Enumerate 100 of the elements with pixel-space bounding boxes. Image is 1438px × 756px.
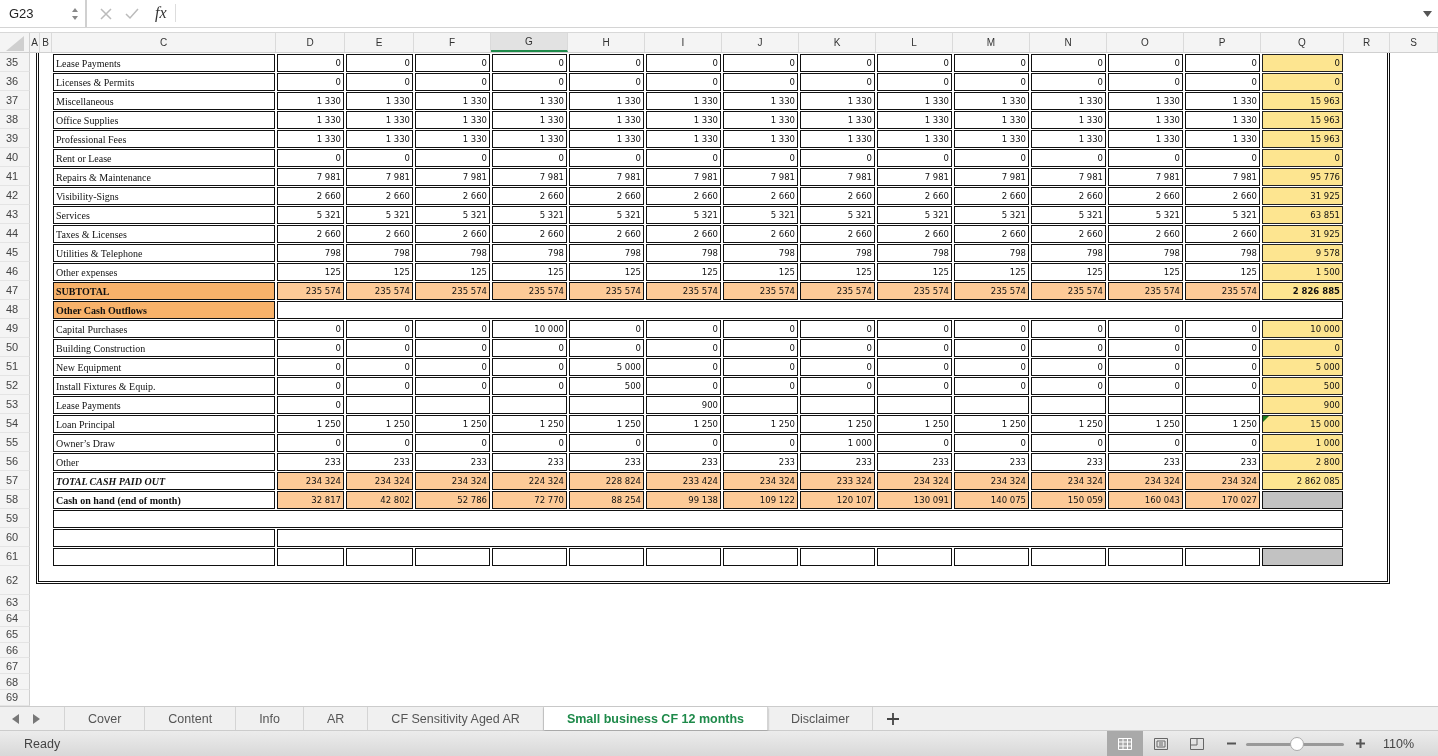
add-sheet-icon[interactable] (887, 712, 900, 725)
zoom-in-icon[interactable] (1355, 739, 1365, 748)
sheet-tab[interactable]: Small business CF 12 months (543, 707, 769, 730)
row-number[interactable]: 44 (0, 224, 30, 243)
sheet-tab[interactable]: Info (236, 707, 304, 730)
table-cell: 125 (877, 263, 952, 281)
table-cell: 2 660 (954, 187, 1029, 205)
table-cell: Lease Payments (53, 396, 275, 414)
table-cell: 0 (415, 73, 490, 91)
table-cell: 2 660 (415, 187, 490, 205)
sheet-tab[interactable]: Content (145, 707, 237, 730)
checkmark-icon[interactable] (125, 6, 139, 21)
table-cell: Lease Payments (53, 54, 275, 72)
row-number[interactable]: 42 (0, 186, 30, 205)
table-cell: 1 330 (1108, 111, 1183, 129)
row-number[interactable]: 68 (0, 674, 30, 691)
row-number[interactable]: 47 (0, 281, 30, 300)
table-cell: 1 330 (1185, 130, 1260, 148)
zoom-level[interactable]: 110% (1382, 736, 1414, 751)
table-cell: 5 000 (1262, 358, 1343, 376)
column-header[interactable]: O (1107, 33, 1184, 52)
column-header[interactable]: P (1184, 33, 1261, 52)
table-cell: 0 (1108, 339, 1183, 357)
row-number[interactable]: 40 (0, 148, 30, 167)
table-cell: 1 330 (492, 130, 567, 148)
row-number[interactable]: 60 (0, 528, 30, 547)
table-cell: 0 (1262, 73, 1343, 91)
table-cell: 1 250 (646, 415, 721, 433)
column-header[interactable]: I (645, 33, 722, 52)
zoom-out-icon[interactable] (1226, 742, 1236, 745)
next-sheet-icon[interactable] (32, 713, 40, 724)
column-header[interactable]: M (953, 33, 1030, 52)
row-number[interactable]: 50 (0, 338, 30, 357)
table-cell: 234 324 (1031, 472, 1106, 490)
column-header[interactable]: R (1344, 33, 1390, 52)
column-header[interactable]: B (40, 33, 52, 52)
row-number[interactable]: 57 (0, 471, 30, 490)
table-cell: 0 (800, 73, 875, 91)
column-header[interactable]: G (491, 33, 568, 52)
function-label[interactable]: fx (155, 3, 176, 22)
table-cell: 0 (1108, 377, 1183, 395)
row-number[interactable]: 36 (0, 72, 30, 91)
sheet-tab[interactable]: Disclaimer (768, 707, 874, 730)
row-number[interactable]: 54 (0, 414, 30, 433)
row-number[interactable]: 67 (0, 658, 30, 675)
row-number[interactable]: 52 (0, 376, 30, 395)
table-cell: 798 (954, 244, 1029, 262)
row-number[interactable]: 53 (0, 395, 30, 414)
table-cell: 7 981 (877, 168, 952, 186)
row-number[interactable]: 69 (0, 690, 30, 706)
table-cell: 2 660 (1031, 187, 1106, 205)
row-number[interactable]: 51 (0, 357, 30, 376)
table-cell: 1 330 (723, 92, 798, 110)
table-cell: 1 250 (954, 415, 1029, 433)
sheet-tab[interactable]: Cover (65, 707, 146, 730)
column-header[interactable]: D (276, 33, 345, 52)
column-header[interactable]: L (876, 33, 953, 52)
zoom-slider[interactable] (1245, 736, 1344, 751)
table-cell: 0 (569, 73, 644, 91)
row-number[interactable]: 43 (0, 205, 30, 224)
row-number[interactable]: 38 (0, 110, 30, 129)
row-number[interactable]: 48 (0, 300, 30, 319)
table-cell: 88 254 (569, 491, 644, 509)
row-number[interactable]: 56 (0, 452, 30, 471)
normal-view-button[interactable] (1106, 731, 1143, 756)
row-number[interactable]: 63 (0, 595, 30, 611)
row-number[interactable]: 49 (0, 319, 30, 338)
column-header[interactable]: C (52, 33, 276, 52)
caret-icon[interactable] (1423, 10, 1432, 17)
row-number[interactable]: 37 (0, 91, 30, 110)
row-number[interactable]: 35 (0, 53, 30, 72)
table-cell: 0 (1108, 54, 1183, 72)
table-cell: 0 (954, 149, 1029, 167)
table-cell: Professional Fees (53, 130, 275, 148)
column-header[interactable]: N (1030, 33, 1107, 52)
table-cell: 1 250 (569, 415, 644, 433)
previous-sheet-icon[interactable] (12, 713, 20, 724)
column-header[interactable]: Q (1261, 33, 1344, 52)
name-box[interactable]: G23 (0, 0, 87, 27)
table-cell: 2 800 (1262, 453, 1343, 471)
table-cell: 7 981 (569, 168, 644, 186)
row-number[interactable]: 59 (0, 509, 30, 528)
row-number[interactable]: 41 (0, 167, 30, 186)
row-number[interactable]: 46 (0, 262, 30, 281)
row-number[interactable]: 62 (0, 566, 30, 595)
table-cell: 1 330 (277, 130, 344, 148)
row-number[interactable]: 39 (0, 129, 30, 148)
column-header[interactable]: A (30, 33, 40, 52)
table-cell: 233 (277, 453, 344, 471)
sheet-tab[interactable]: CF Sensitivity Aged AR (368, 707, 544, 730)
column-header[interactable]: E (345, 33, 414, 52)
column-header[interactable]: K (799, 33, 876, 52)
row-number[interactable]: 45 (0, 243, 30, 262)
row-number[interactable]: 55 (0, 433, 30, 452)
column-header[interactable]: J (722, 33, 799, 52)
row-number[interactable]: 58 (0, 490, 30, 509)
column-header[interactable]: S (1390, 33, 1438, 52)
column-header[interactable]: H (568, 33, 645, 52)
sheet-tab[interactable]: AR (304, 707, 369, 730)
row-number[interactable]: 61 (0, 547, 30, 566)
